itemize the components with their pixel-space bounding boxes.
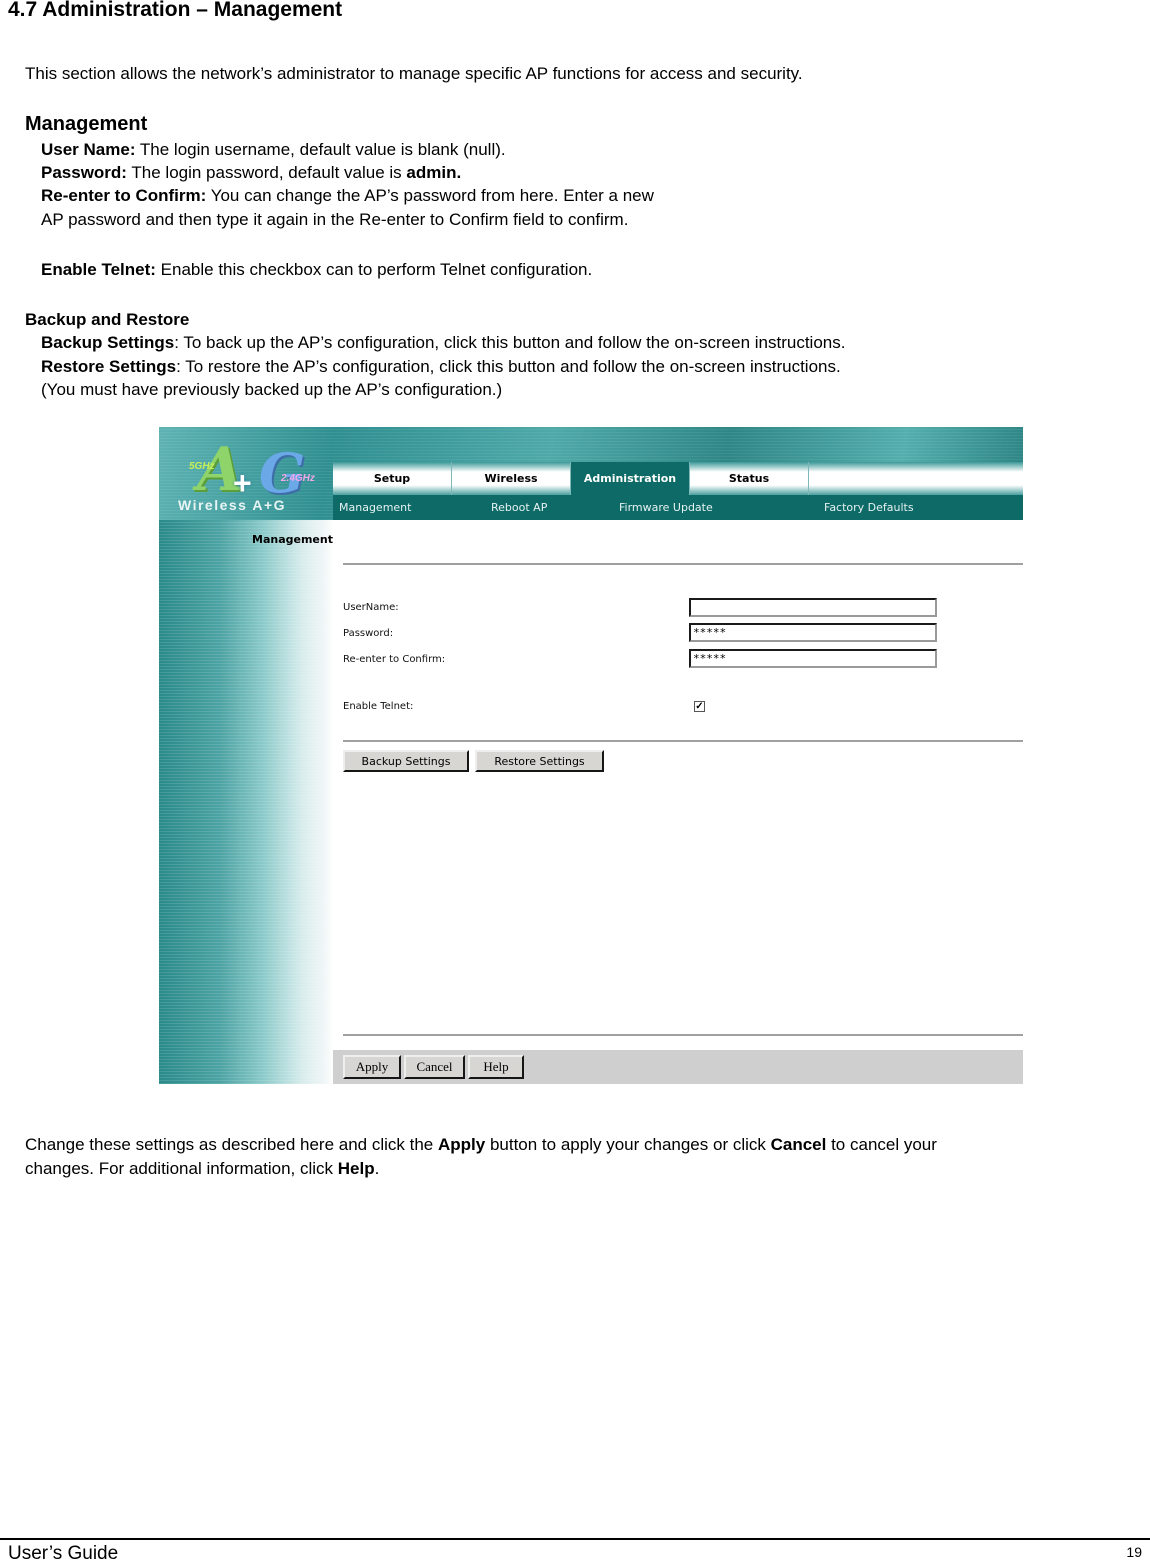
outro-text-5: . (374, 1159, 380, 1178)
intro-paragraph: This section allows the network’s admini… (25, 64, 803, 83)
divider-bottom (343, 1034, 1023, 1036)
restore-text: : To restore the AP’s configuration, cli… (176, 357, 841, 376)
tab-administration[interactable]: Administration (571, 462, 690, 495)
reenter-term: Re-enter to Confirm: (41, 186, 207, 205)
enable-telnet-checkbox[interactable]: ✓ (694, 701, 705, 712)
logo-band-5ghz: 5GHz (189, 461, 215, 472)
outro-cancel: Cancel (770, 1135, 827, 1154)
apply-button[interactable]: Apply (343, 1055, 401, 1079)
checkmark-icon: ✓ (695, 701, 704, 712)
sub-navigation: Management Reboot AP Firmware Update Fac… (333, 495, 1023, 520)
subnav-management[interactable]: Management (339, 501, 411, 514)
management-heading: Management (25, 113, 148, 135)
password-text: The login password, default value is (126, 163, 407, 182)
telnet-label: Enable Telnet: (343, 701, 414, 712)
confirm-label: Re-enter to Confirm: (343, 654, 446, 665)
restore-settings-button[interactable]: Restore Settings (475, 750, 604, 772)
subnav-firmware-update[interactable]: Firmware Update (619, 501, 713, 514)
logo-text: Wireless A+G (178, 497, 287, 513)
subnav-factory-defaults[interactable]: Factory Defaults (824, 501, 914, 514)
password-label: Password: (343, 628, 394, 639)
outro-paragraph-line2: changes. For additional information, cli… (25, 1159, 379, 1179)
restore-description: Restore Settings: To restore the AP’s co… (41, 357, 841, 377)
telnet-description: Enable Telnet: Enable this checkbox can … (41, 260, 592, 280)
outro-text-3: to cancel your (826, 1135, 937, 1154)
tab-bar-filler (809, 462, 1023, 495)
username-input[interactable] (689, 598, 937, 617)
wireless-ag-logo: A G + 5GHz 2.4GHz Wireless A+G (159, 427, 333, 520)
outro-text-1: Change these settings as described here … (25, 1135, 438, 1154)
restore-note: (You must have previously backed up the … (41, 380, 503, 399)
logo-band-24ghz: 2.4GHz (281, 473, 315, 484)
divider-middle (343, 740, 1023, 742)
reenter-description-line2: AP password and then type it again in th… (41, 210, 629, 229)
user-name-text: The login username, default value is bla… (135, 140, 506, 159)
cancel-button[interactable]: Cancel (404, 1055, 465, 1079)
section-heading: 4.7 Administration – Management (8, 0, 343, 21)
user-name-description: User Name: The login username, default v… (41, 140, 506, 160)
reenter-description: Re-enter to Confirm: You can change the … (41, 186, 654, 206)
confirm-password-input[interactable] (689, 649, 937, 668)
backup-description: Backup Settings: To back up the AP’s con… (41, 333, 845, 353)
main-tabs: Setup Wireless Administration Status (333, 462, 1023, 495)
password-description: Password: The login password, default va… (41, 163, 461, 183)
page-number: 19 (1126, 1544, 1142, 1560)
password-term: Password: (41, 163, 127, 182)
user-name-term: User Name: (41, 140, 136, 159)
tab-status[interactable]: Status (690, 462, 809, 495)
backup-settings-button[interactable]: Backup Settings (343, 750, 469, 772)
outro-text-4: changes. For additional information, cli… (25, 1159, 338, 1178)
subnav-reboot-ap[interactable]: Reboot AP (491, 501, 547, 514)
outro-text-2: button to apply your changes or click (485, 1135, 771, 1154)
backup-restore-heading: Backup and Restore (25, 310, 190, 329)
outro-help: Help (337, 1159, 375, 1178)
telnet-term: Enable Telnet: (41, 260, 156, 279)
sidebar-title: Management (252, 533, 333, 546)
admin-ui-screenshot: A G + 5GHz 2.4GHz Wireless A+G Setup Wir… (159, 427, 1023, 1084)
footer-title: User’s Guide (8, 1543, 119, 1564)
outro-apply: Apply (437, 1135, 486, 1154)
footer-rule (0, 1538, 1150, 1540)
outro-paragraph-line1: Change these settings as described here … (25, 1135, 937, 1155)
reenter-text: You can change the AP’s password from he… (206, 186, 654, 205)
sidebar: Management (159, 520, 333, 1084)
tab-wireless[interactable]: Wireless (452, 462, 571, 495)
password-input[interactable] (689, 623, 937, 642)
password-default: admin. (406, 163, 462, 182)
tab-setup[interactable]: Setup (333, 462, 452, 495)
username-label: UserName: (343, 602, 399, 613)
divider-top (343, 563, 1023, 565)
backup-term: Backup Settings (41, 333, 175, 352)
help-button[interactable]: Help (468, 1055, 524, 1079)
backup-text: : To back up the AP’s configuration, cli… (174, 333, 846, 352)
telnet-text: Enable this checkbox can to perform Teln… (155, 260, 593, 279)
restore-term: Restore Settings (41, 357, 177, 376)
